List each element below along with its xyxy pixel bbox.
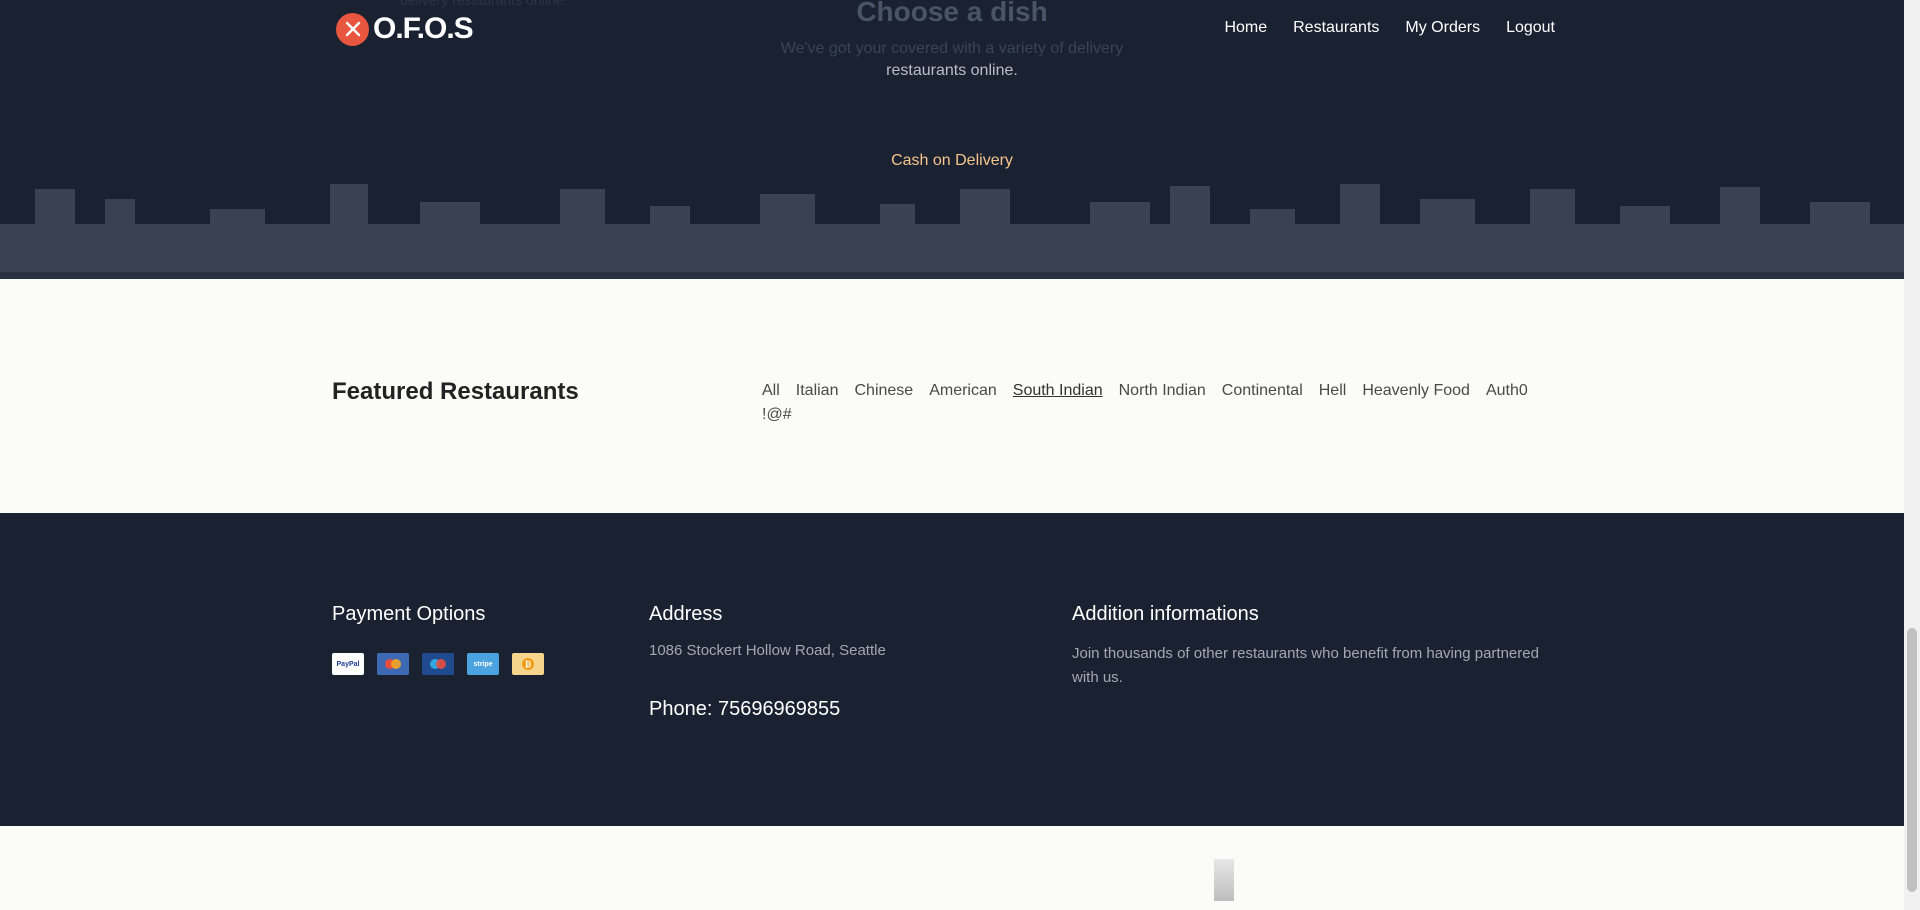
utensils-icon xyxy=(336,12,369,46)
filter-north-indian[interactable]: North Indian xyxy=(1119,381,1206,401)
scrollbar-thumb[interactable] xyxy=(1907,628,1917,892)
bitcoin-icon: ₿ xyxy=(512,653,544,675)
featured-title: Featured Restaurants xyxy=(332,378,579,405)
additional-info-title: Addition informations xyxy=(1072,603,1259,625)
filter-italian[interactable]: Italian xyxy=(796,381,839,401)
image-thumbnail xyxy=(1214,859,1234,901)
brand-logo[interactable]: O.F.O.S xyxy=(336,11,474,47)
address-text: 1086 Stockert Hollow Road, Seattle xyxy=(649,642,886,659)
nav-my-orders[interactable]: My Orders xyxy=(1405,19,1480,37)
mastercard-icon xyxy=(377,653,409,675)
site-footer: Payment Options PayPal stripe ₿ Address … xyxy=(0,513,1904,826)
page-scrollbar[interactable] xyxy=(1904,0,1920,910)
filter-all[interactable]: All xyxy=(762,381,780,401)
hero-faded-text: delivery restaurants online. xyxy=(400,0,568,8)
filter-american[interactable]: American xyxy=(929,381,997,401)
payment-options-title: Payment Options xyxy=(332,603,486,625)
filter-south-indian[interactable]: South Indian xyxy=(1013,381,1103,401)
hero-subtitle-main: restaurants online. xyxy=(886,62,1018,79)
cash-on-delivery: Cash on Delivery xyxy=(891,152,1013,169)
svg-text:₿: ₿ xyxy=(525,660,532,669)
filter-continental[interactable]: Continental xyxy=(1222,381,1303,401)
paypal-icon: PayPal xyxy=(332,653,364,675)
hero-title: Choose a dish xyxy=(856,0,1048,27)
hero-subtitle: We've got your covered with a variety of… xyxy=(772,38,1132,82)
city-skyline-illustration xyxy=(0,184,1904,279)
filter-chinese[interactable]: Chinese xyxy=(854,381,913,401)
hero-subtitle-faded: We've got your covered with a variety of… xyxy=(780,40,1124,57)
maestro-icon xyxy=(422,653,454,675)
address-title: Address xyxy=(649,603,723,625)
bottom-section xyxy=(0,826,1904,910)
hero-section: delivery restaurants online. Choose a di… xyxy=(0,0,1904,279)
filter-heavenly-food[interactable]: Heavenly Food xyxy=(1362,381,1470,401)
filter-special-chars[interactable]: !@# xyxy=(762,405,792,425)
brand-name: O.F.O.S xyxy=(373,12,474,45)
nav-restaurants[interactable]: Restaurants xyxy=(1293,19,1379,37)
additional-info-text: Join thousands of other restaurants who … xyxy=(1072,645,1539,686)
nav-home[interactable]: Home xyxy=(1224,19,1267,37)
filter-hell[interactable]: Hell xyxy=(1319,381,1347,401)
nav-logout[interactable]: Logout xyxy=(1506,19,1555,37)
stripe-icon: stripe xyxy=(467,653,499,675)
payment-icons: PayPal stripe ₿ xyxy=(332,653,544,675)
phone-number: Phone: 75696969855 xyxy=(649,698,841,720)
cuisine-filters: All Italian Chinese American South India… xyxy=(762,381,1542,425)
main-nav: Home Restaurants My Orders Logout xyxy=(1224,19,1555,37)
featured-restaurants-section: Featured Restaurants All Italian Chinese… xyxy=(0,279,1904,513)
filter-auth0[interactable]: Auth0 xyxy=(1486,381,1528,401)
